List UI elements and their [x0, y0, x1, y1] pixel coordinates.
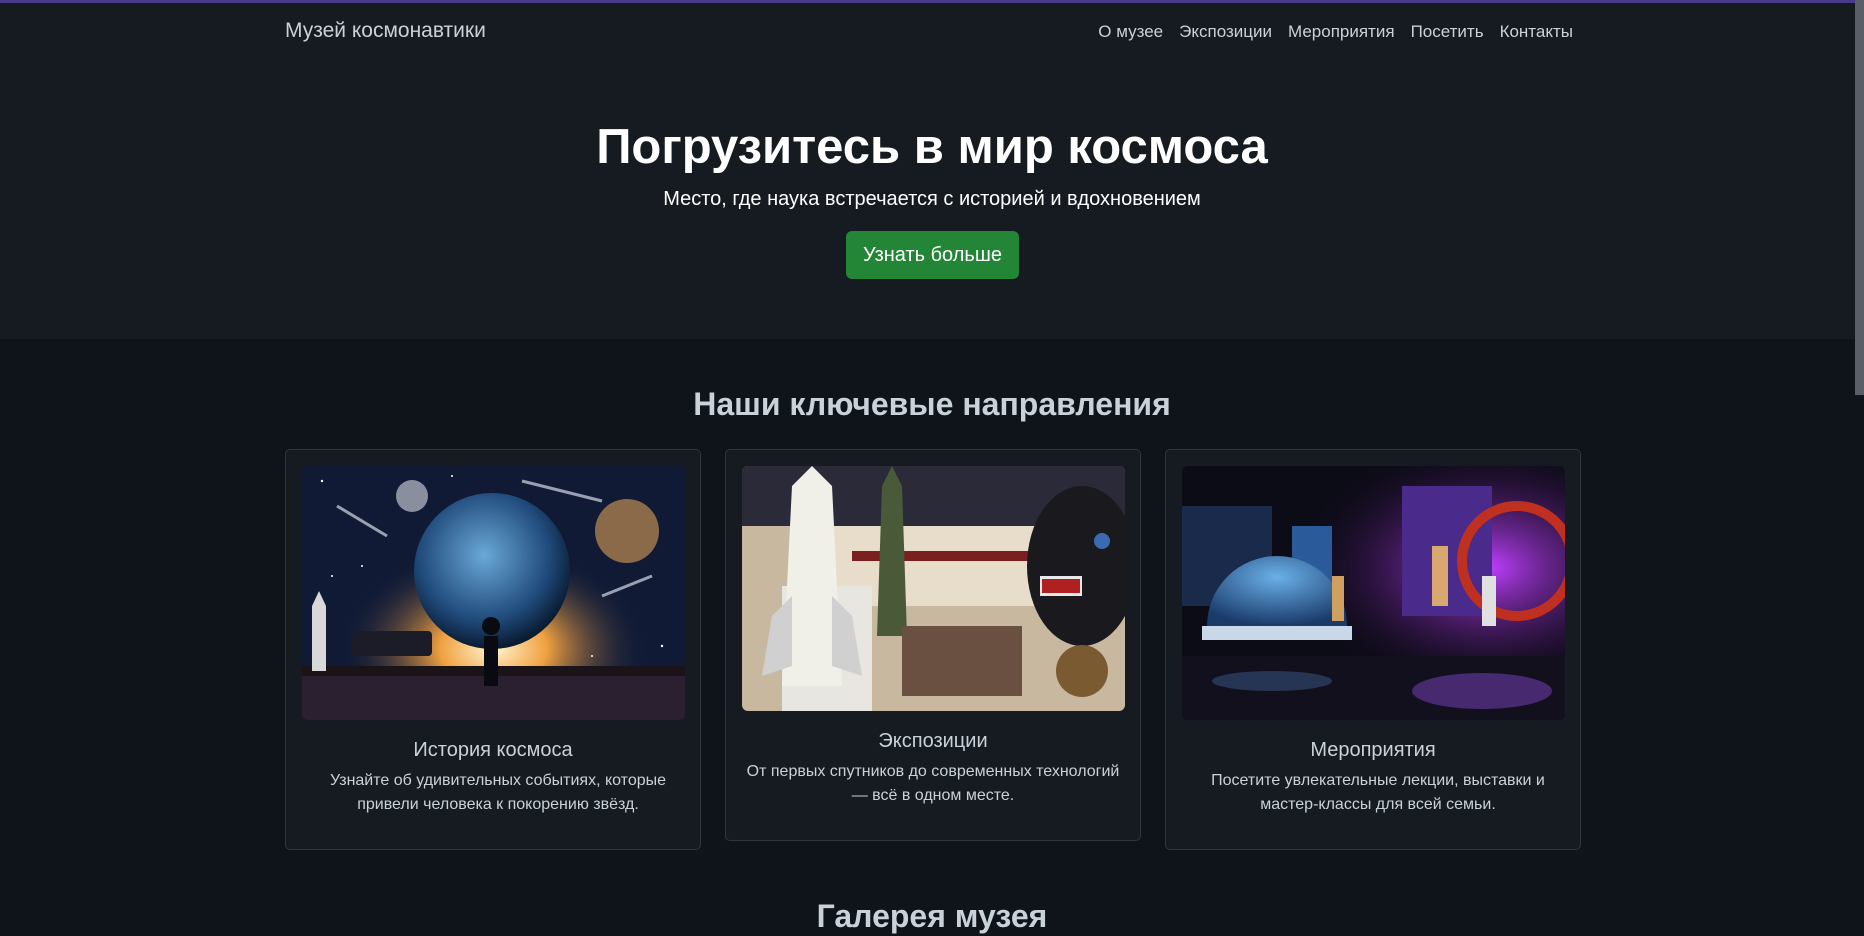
exhibitions-image [742, 466, 1125, 711]
directions-title: Наши ключевые направления [693, 386, 1171, 422]
nav-link-events[interactable]: Мероприятия [1288, 22, 1395, 42]
hero-title: Погрузитесь в мир космоса [596, 120, 1268, 174]
card-text: От первых спутников до современных техно… [746, 763, 1120, 804]
card-title: Мероприятия [1310, 739, 1436, 761]
card-text: Узнайте об удивительных событиях, которы… [329, 772, 667, 813]
card-title: История космоса [413, 739, 573, 761]
page-scrollbar[interactable] [1855, 0, 1864, 395]
nav-link-about[interactable]: О музее [1098, 22, 1163, 42]
nav-link-visit[interactable]: Посетить [1411, 22, 1484, 42]
gallery-title: Галерея музея [816, 898, 1048, 934]
card-space-history: История космоса Узнайте об удивительных … [285, 449, 701, 850]
events-image [1182, 466, 1565, 720]
nav-link-exhibitions[interactable]: Экспозиции [1179, 22, 1272, 42]
brand-logo[interactable]: Музей космонавтики [285, 19, 486, 43]
card-events: Мероприятия Посетите увлекательные лекци… [1165, 449, 1581, 850]
main-nav: О музее Экспозиции Мероприятия Посетить … [1098, 22, 1573, 42]
space-history-image [302, 466, 685, 720]
hero-subtitle: Место, где наука встречается с историей … [663, 188, 1201, 210]
hero-section: Погрузитесь в мир космоса Место, где нау… [0, 63, 1864, 339]
learn-more-button[interactable]: Узнать больше [846, 231, 1019, 279]
card-text: Посетите увлекательные лекции, выставки … [1211, 772, 1545, 813]
card-exhibitions: Экспозиции От первых спутников до соврем… [725, 449, 1141, 841]
nav-link-contacts[interactable]: Контакты [1500, 22, 1573, 42]
card-title: Экспозиции [878, 730, 988, 752]
navbar: Музей космонавтики О музее Экспозиции Ме… [0, 3, 1864, 63]
